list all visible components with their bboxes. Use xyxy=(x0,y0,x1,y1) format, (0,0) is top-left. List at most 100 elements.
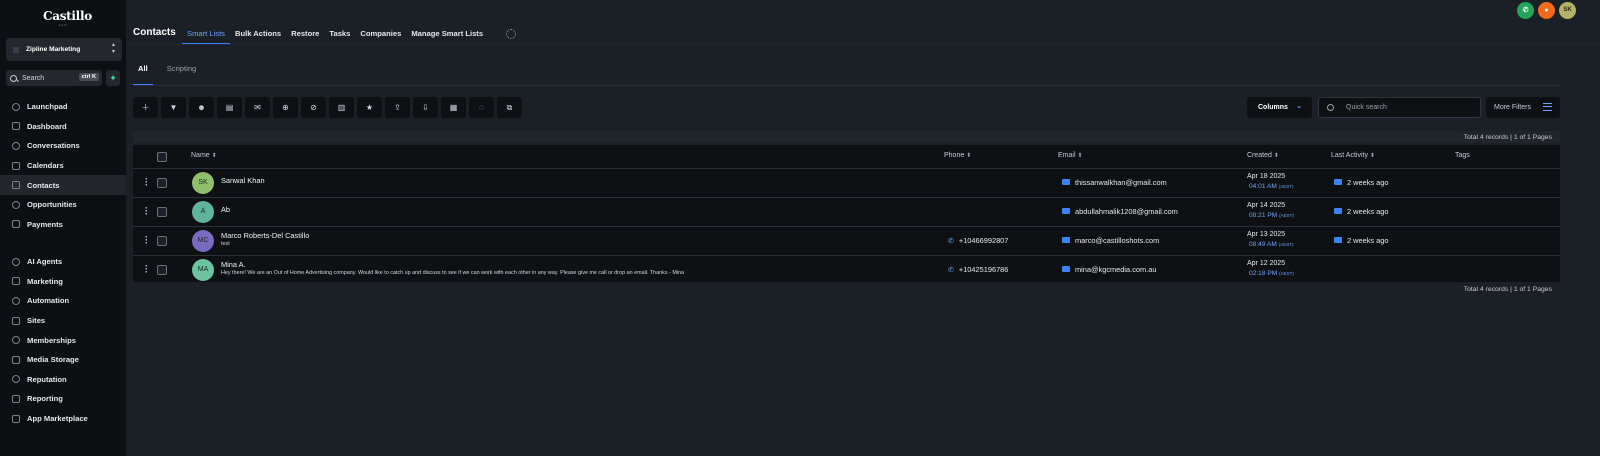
tab-companies[interactable]: Companies xyxy=(355,22,406,44)
subtab-all[interactable]: All xyxy=(133,58,153,85)
whatsapp-icon: ◌ xyxy=(479,102,484,112)
page-title: Contacts xyxy=(133,27,176,38)
more-filters-button[interactable]: More Filters xyxy=(1486,97,1560,118)
brand-logo[interactable]: Castillo xyxy=(43,9,92,23)
tab-bulk-actions[interactable]: Bulk Actions xyxy=(230,22,286,44)
sidebar-item-opportunities[interactable]: Opportunities xyxy=(0,195,126,215)
add-icon: ＋ xyxy=(141,102,150,112)
sidebar-item-launchpad[interactable]: Launchpad xyxy=(0,97,126,117)
table-row[interactable]: · · · MA Mina A. Hey there! We are an Out … xyxy=(133,255,1560,282)
column-header-label: Phone xyxy=(944,152,965,159)
timezone-label: (AEST) xyxy=(1278,184,1294,189)
tab-smart-lists[interactable]: Smart Lists xyxy=(182,22,230,44)
gear-icon[interactable] xyxy=(506,29,516,39)
contact-phone[interactable]: ✆ +10425196786 xyxy=(948,265,1008,274)
contact-name[interactable]: Ab xyxy=(221,205,230,214)
phone-call-button[interactable]: ✆ xyxy=(1517,2,1534,19)
remove-tag-button[interactable]: ⊘ xyxy=(301,97,326,118)
row-menu-icon[interactable]: · · · xyxy=(145,204,148,219)
send-sms-button[interactable]: ▤ xyxy=(217,97,242,118)
row-checkbox[interactable] xyxy=(157,207,167,217)
add-tag-button[interactable]: ⊕ xyxy=(273,97,298,118)
sidebar-item-automation[interactable]: Automation xyxy=(0,291,126,311)
notification-bell-button[interactable]: ● xyxy=(1538,2,1555,19)
select-all-checkbox[interactable] xyxy=(157,152,167,162)
table-row[interactable]: · · · SK Sanwal Khan thissanwalkhan@gmail.… xyxy=(133,168,1560,197)
contact-avatar: SK xyxy=(192,172,214,194)
sidebar-item-label: AI Agents xyxy=(27,257,63,267)
sidebar-item-app-marketplace[interactable]: App Marketplace xyxy=(0,409,126,429)
contact-phone[interactable]: ✆ +10466992807 xyxy=(948,236,1008,245)
contact-name[interactable]: Mina A. xyxy=(221,260,246,269)
sidebar-item-label: Automation xyxy=(27,296,70,306)
rocket-icon xyxy=(12,102,20,111)
chat-icon xyxy=(12,141,20,150)
filter-button[interactable]: ▼ xyxy=(161,97,186,118)
table-row[interactable]: · · · MC Marco Roberts-Del Castillo test ✆… xyxy=(133,226,1560,255)
sidebar-item-conversations[interactable]: Conversations xyxy=(0,136,126,156)
tab-restore[interactable]: Restore xyxy=(286,22,324,44)
row-menu-icon[interactable]: · · · xyxy=(145,175,148,190)
columns-dropdown[interactable]: Columns ⌄ xyxy=(1247,97,1312,118)
sidebar-item-marketing[interactable]: Marketing xyxy=(0,272,126,292)
send-email-button[interactable]: ✉ xyxy=(245,97,270,118)
sidebar-item-media-storage[interactable]: Media Storage xyxy=(0,350,126,370)
row-menu-icon[interactable]: · · · xyxy=(145,233,148,248)
account-switcher[interactable]: Zipline Marketing ▴ ▾ xyxy=(6,38,122,61)
sidebar-item-reputation[interactable]: Reputation xyxy=(0,370,126,390)
column-header-email[interactable]: Email ⬍ xyxy=(1058,152,1083,159)
contact-email[interactable]: marco@castilloshots.com xyxy=(1062,236,1159,245)
sidebar-search[interactable]: Search ctrl K xyxy=(6,70,102,86)
add-contact-button[interactable]: ＋ xyxy=(133,97,158,118)
contact-email[interactable]: thissanwalkhan@gmail.com xyxy=(1062,178,1167,187)
user-avatar[interactable]: SK xyxy=(1559,2,1576,19)
merge-button[interactable]: ⧉ xyxy=(497,97,522,118)
column-header-created[interactable]: Created ⬍ xyxy=(1247,152,1279,159)
add-to-company-icon: ▦ xyxy=(449,102,458,112)
delete-button[interactable]: ▥ xyxy=(329,97,354,118)
contact-email[interactable]: mina@kgcmedia.com.au xyxy=(1062,265,1156,274)
export-button[interactable]: ⇪ xyxy=(385,97,410,118)
whatsapp-button[interactable]: ◌ xyxy=(469,97,494,118)
app-marketplace-icon xyxy=(12,414,20,423)
sms-icon: ▤ xyxy=(225,102,234,112)
account-name: Zipline Marketing xyxy=(26,46,81,53)
table-row[interactable]: · · · A Ab abdullahmalik1208@gmail.com Apr… xyxy=(133,197,1560,226)
sidebar-item-contacts[interactable]: Contacts xyxy=(0,175,126,195)
contact-avatar: A xyxy=(192,201,214,223)
row-checkbox[interactable] xyxy=(157,236,167,246)
column-header-label: Email xyxy=(1058,152,1076,159)
contact-name[interactable]: Sanwal Khan xyxy=(221,176,265,185)
add-to-company-button[interactable]: ▦ xyxy=(441,97,466,118)
contact-email-text: abdullahmalik1208@gmail.com xyxy=(1075,207,1178,216)
column-header-name[interactable]: Name ⬍ xyxy=(191,152,217,159)
created-time-text: 08:21 PM xyxy=(1249,212,1278,219)
sidebar-item-reporting[interactable]: Reporting xyxy=(0,389,126,409)
phone-icon: ✆ xyxy=(948,238,954,245)
column-header-phone[interactable]: Phone ⬍ xyxy=(944,152,971,159)
email-icon: ✉ xyxy=(254,102,261,112)
contacts-table: Name ⬍ Phone ⬍ Email ⬍ Created ⬍ Last Activi… xyxy=(133,145,1560,282)
row-checkbox[interactable] xyxy=(157,178,167,188)
sidebar-item-memberships[interactable]: Memberships xyxy=(0,330,126,350)
mail-icon xyxy=(1062,237,1070,244)
ai-spark-button[interactable]: ✦ xyxy=(106,70,120,86)
row-checkbox[interactable] xyxy=(157,265,167,275)
tab-tasks[interactable]: Tasks xyxy=(324,22,355,44)
sidebar-item-sites[interactable]: Sites xyxy=(0,311,126,331)
contact-name[interactable]: Marco Roberts-Del Castillo xyxy=(221,231,309,240)
sidebar-item-ai-agents[interactable]: AI Agents xyxy=(0,252,126,272)
import-button[interactable]: ⇩ xyxy=(413,97,438,118)
column-header-last-activity[interactable]: Last Activity ⬍ xyxy=(1331,152,1375,159)
contact-email[interactable]: abdullahmalik1208@gmail.com xyxy=(1062,207,1178,216)
add-to-workflow-button[interactable]: ☻ xyxy=(189,97,214,118)
sidebar-item-payments[interactable]: Payments xyxy=(0,215,126,235)
sidebar-item-dashboard[interactable]: Dashboard xyxy=(0,117,126,137)
subtab-scripting[interactable]: Scripting xyxy=(162,58,202,85)
review-request-button[interactable]: ★ xyxy=(357,97,382,118)
sliders-icon xyxy=(1543,103,1552,111)
row-menu-icon[interactable]: · · · xyxy=(145,262,148,277)
tab-manage-smart-lists[interactable]: Manage Smart Lists xyxy=(406,22,488,44)
sidebar-item-calendars[interactable]: Calendars xyxy=(0,156,126,176)
quick-search-input[interactable]: Quick search xyxy=(1318,97,1481,118)
